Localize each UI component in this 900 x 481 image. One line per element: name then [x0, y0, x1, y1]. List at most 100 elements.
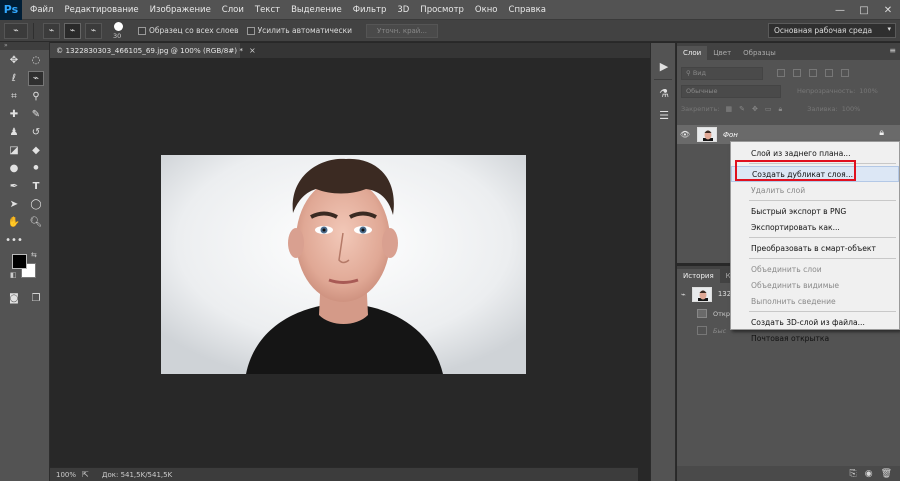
play-action-icon[interactable]: ▶ [653, 57, 675, 75]
refine-edge-button[interactable]: Уточн. край... [366, 23, 439, 38]
menu-filter[interactable]: Фильтр [353, 5, 387, 15]
menu-file[interactable]: Файл [30, 5, 53, 15]
filter-adjustment-icon[interactable] [793, 69, 801, 77]
clone-stamp-tool-icon[interactable]: ♟ [6, 125, 22, 140]
brush-size-picker[interactable]: 30 [108, 21, 130, 41]
photoshop-logo: Ps [0, 0, 22, 20]
maximize-button[interactable]: □ [852, 0, 876, 20]
document-tab-bar: © 1322830303_466105_69.jpg @ 100% (RGB/8… [50, 43, 650, 58]
path-selection-tool-icon[interactable]: ➤ [6, 197, 22, 212]
export-icon[interactable]: ⇱ [82, 470, 96, 479]
hand-tool-icon[interactable]: ✋ [6, 215, 22, 230]
crop-tool-icon[interactable]: ⌗ [6, 89, 22, 104]
sample-all-layers-checkbox[interactable] [138, 26, 146, 35]
tool-preset-picker[interactable]: ⌁ [4, 22, 28, 39]
menu-3d[interactable]: 3D [397, 5, 409, 15]
type-tool-icon[interactable]: T [28, 179, 44, 194]
lock-transparent-icon[interactable]: ▦ [725, 105, 732, 114]
history-brush-source-icon[interactable]: ⌁ [681, 290, 686, 299]
healing-brush-tool-icon[interactable]: ✚ [6, 107, 22, 122]
eye-icon[interactable]: 👁︎ [677, 130, 693, 139]
ellipse-tool-icon[interactable]: ◯ [28, 197, 44, 212]
menu-help[interactable]: Справка [509, 5, 546, 15]
adjustments-icon[interactable]: ☰ [653, 106, 675, 124]
menu-item-merge-layers[interactable]: Объединить слои [731, 261, 899, 277]
menu-item-flatten-image[interactable]: Выполнить сведение [731, 293, 899, 309]
panel-menu-icon[interactable]: ≡ [889, 46, 896, 55]
menu-item-quick-export-png[interactable]: Быстрый экспорт в PNG [731, 203, 899, 219]
lock-icon: 🔒︎ [879, 128, 884, 138]
default-colors-icon[interactable]: ◧ [10, 271, 17, 279]
lock-artboard-icon[interactable]: ▭ [765, 105, 772, 114]
lasso-tool-icon[interactable]: ℓ [6, 71, 22, 86]
pen-tool-icon[interactable]: ✒ [6, 179, 22, 194]
menu-item-convert-to-smart-object[interactable]: Преобразовать в смарт-объект [731, 240, 899, 256]
menu-item-new-3d-layer-from-file[interactable]: Создать 3D-слой из файла... [731, 314, 899, 330]
minimize-button[interactable]: — [828, 0, 852, 20]
menu-view[interactable]: Просмотр [420, 5, 464, 15]
eraser-tool-icon[interactable]: ◪ [6, 143, 22, 158]
tab-history[interactable]: История [677, 269, 720, 283]
swap-colors-icon[interactable]: ⇆ [31, 251, 37, 259]
document-image[interactable] [161, 155, 526, 374]
fill-value[interactable]: 100% [842, 105, 861, 113]
opacity-value[interactable]: 100% [859, 87, 878, 95]
lock-image-icon[interactable]: ✎ [739, 105, 745, 114]
canvas-area[interactable] [50, 58, 638, 467]
menu-type[interactable]: Текст [255, 5, 280, 15]
filter-pixel-icon[interactable] [777, 69, 785, 77]
more-tools-icon[interactable]: ••• [5, 233, 23, 248]
tab-swatches[interactable]: Образцы [737, 46, 782, 60]
document-tab[interactable]: © 1322830303_466105_69.jpg @ 100% (RGB/8… [50, 43, 256, 58]
menu-item-delete-layer[interactable]: Удалить слой [731, 182, 899, 198]
subtract-from-selection-brush-icon[interactable]: ⌁ [85, 22, 102, 39]
filter-type-icon[interactable] [809, 69, 817, 77]
filter-shape-icon[interactable] [825, 69, 833, 77]
trash-icon[interactable]: 🗑︎ [881, 469, 892, 479]
blur-tool-icon[interactable]: ● [6, 161, 22, 176]
menu-item-duplicate-layer[interactable]: Создать дубликат слоя... [731, 166, 899, 182]
properties-icon[interactable]: ⚗ [653, 84, 675, 102]
tab-color[interactable]: Цвет [707, 46, 737, 60]
screen-mode-icon[interactable]: ❐ [28, 291, 44, 306]
menu-layers[interactable]: Слои [222, 5, 244, 15]
history-brush-tool-icon[interactable]: ↺ [28, 125, 44, 140]
menu-image[interactable]: Изображение [150, 5, 211, 15]
quick-mask-icon[interactable]: ◙ [6, 291, 22, 306]
menu-item-export-as[interactable]: Экспортировать как... [731, 219, 899, 235]
add-to-selection-brush-icon[interactable]: ⌁ [64, 22, 81, 39]
dodge-tool-icon[interactable]: ⚫ [28, 161, 44, 176]
foreground-color-swatch[interactable] [12, 254, 27, 269]
menu-item-postcard[interactable]: Почтовая открытка [731, 330, 899, 346]
camera-snapshot-icon[interactable]: ◉ [865, 469, 873, 479]
lock-position-icon[interactable]: ✥ [752, 105, 758, 114]
menu-item-layer-from-background[interactable]: Слой из заднего плана... [731, 145, 899, 161]
auto-enhance-label: Усилить автоматически [257, 26, 353, 35]
auto-enhance-checkbox[interactable] [246, 26, 255, 35]
marquee-tool-icon[interactable]: ◌ [28, 53, 44, 68]
menu-edit[interactable]: Редактирование [64, 5, 138, 15]
layer-name[interactable]: Фон [723, 131, 738, 139]
zoom-tool-icon[interactable]: 🔍︎ [28, 215, 44, 230]
blend-mode-select[interactable]: Обычные [681, 84, 781, 98]
menu-window[interactable]: Окно [475, 5, 498, 15]
layer-context-menu: Слой из заднего плана... Создать дублика… [730, 141, 900, 343]
close-document-icon[interactable]: × [249, 46, 256, 55]
filter-smart-object-icon[interactable] [841, 69, 849, 77]
move-tool-icon[interactable]: ✥ [6, 53, 22, 68]
new-document-from-state-icon[interactable]: ⎘ [850, 469, 857, 479]
menu-item-merge-visible[interactable]: Объединить видимые [731, 277, 899, 293]
layer-filter-select[interactable]: ⚲ Вид [681, 66, 763, 80]
paint-bucket-tool-icon[interactable]: ◆ [28, 143, 44, 158]
lock-all-icon[interactable]: 🔒︎ [778, 105, 782, 114]
eyedropper-tool-icon[interactable]: ⚲ [28, 89, 44, 104]
brush-tool-icon[interactable]: ✎ [28, 107, 44, 122]
workspace-select[interactable]: Основная рабочая среда ▾ [768, 23, 896, 38]
new-selection-brush-icon[interactable]: ⌁ [43, 22, 60, 39]
tab-layers[interactable]: Слои [677, 46, 708, 60]
menu-select[interactable]: Выделение [291, 5, 342, 15]
toolbar-grip[interactable]: » [0, 42, 49, 50]
zoom-level[interactable]: 100% [56, 471, 82, 479]
close-window-button[interactable]: ✕ [876, 0, 900, 20]
quick-selection-tool-icon[interactable]: ⌁ [28, 71, 44, 86]
